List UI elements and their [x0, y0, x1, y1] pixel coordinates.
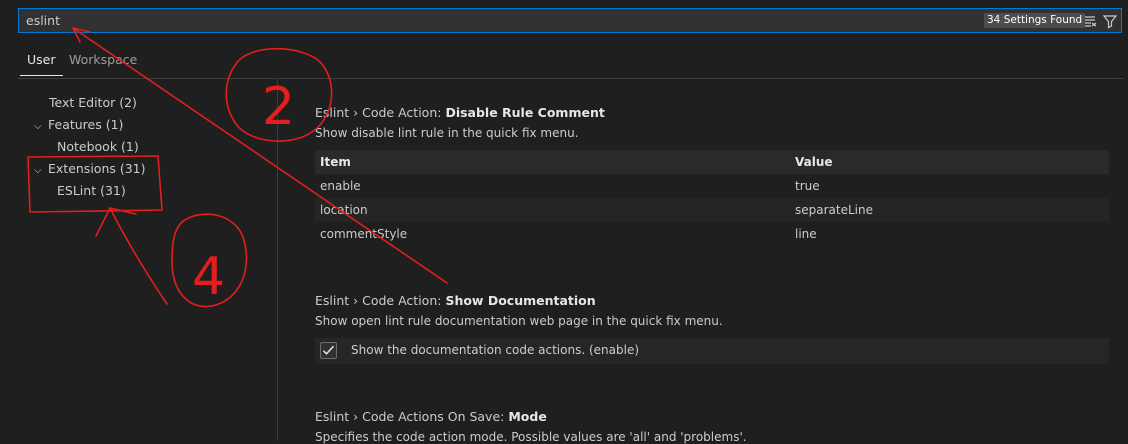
- setting-name: Disable Rule Comment: [445, 105, 605, 120]
- annotation-label-2: 2: [262, 77, 295, 137]
- table-header-row: Item Value: [315, 150, 1109, 174]
- setting-description: Specifies the code action mode. Possible…: [315, 430, 747, 444]
- toc-item-extensions[interactable]: ⌵ Extensions (31): [34, 161, 146, 176]
- checkbox-label: Show the documentation code actions. (en…: [351, 343, 640, 357]
- setting-title: Eslint › Code Action: Show Documentation: [315, 293, 1109, 308]
- settings-scope-tabs: User Workspace: [18, 44, 1124, 79]
- chevron-down-icon: ⌵: [34, 121, 42, 132]
- toc-item-label: ESLint (31): [57, 183, 126, 198]
- show-documentation-checkbox[interactable]: [320, 342, 337, 359]
- toc-item-label: Features (1): [48, 117, 124, 132]
- table-cell-value: true: [795, 179, 820, 193]
- table-row[interactable]: commentStyle line: [315, 222, 1109, 246]
- annotation-arrow-to-eslint: [109, 207, 168, 305]
- table-cell-value: line: [795, 227, 817, 241]
- checkmark-icon: [322, 345, 335, 355]
- filter-icon[interactable]: [1102, 13, 1118, 29]
- table-header-item: Item: [315, 150, 790, 174]
- setting-category: Eslint › Code Actions On Save:: [315, 409, 509, 424]
- setting-category: Eslint › Code Action:: [315, 105, 446, 120]
- setting-title: Eslint › Code Action: Disable Rule Comme…: [315, 105, 1109, 120]
- settings-found-badge: 34 Settings Found: [984, 13, 1086, 28]
- settings-search-input[interactable]: [19, 9, 959, 32]
- table-cell-key: enable: [320, 179, 361, 193]
- setting-title: Eslint › Code Actions On Save: Mode: [315, 409, 1109, 424]
- toc-item-label: Notebook (1): [57, 139, 139, 154]
- toc-item-eslint[interactable]: ESLint (31): [57, 183, 126, 198]
- chevron-down-icon: ⌵: [34, 165, 42, 176]
- setting-category: Eslint › Code Action:: [315, 293, 446, 308]
- toc-divider: [277, 78, 278, 441]
- table-row[interactable]: enable true: [315, 174, 1109, 198]
- setting-disable-rule-comment: Eslint › Code Action: Disable Rule Comme…: [315, 105, 1109, 246]
- setting-name: Mode: [508, 409, 547, 424]
- settings-search-box[interactable]: 34 Settings Found: [18, 8, 1122, 33]
- tab-workspace[interactable]: Workspace: [69, 52, 137, 67]
- setting-on-save-mode: Eslint › Code Actions On Save: Mode Spec…: [315, 409, 1109, 444]
- table-row[interactable]: location separateLine: [315, 198, 1109, 222]
- toc-item-text-editor[interactable]: Text Editor (2): [49, 95, 137, 110]
- setting-show-documentation: Eslint › Code Action: Show Documentation…: [315, 293, 1109, 364]
- annotation-arrowhead: [95, 207, 137, 237]
- table-cell-value: separateLine: [790, 198, 1109, 222]
- annotation-circle-4: [171, 213, 248, 308]
- setting-object-table: Item Value enable true location separate…: [315, 150, 1109, 246]
- setting-name: Show Documentation: [445, 293, 596, 308]
- toc-item-label: Extensions (31): [48, 161, 146, 176]
- toc-item-features[interactable]: ⌵ Features (1): [34, 117, 123, 132]
- table-header-value: Value: [790, 150, 1109, 174]
- toc-item-notebook[interactable]: Notebook (1): [57, 139, 139, 154]
- table-cell-key: location: [315, 198, 790, 222]
- setting-checkbox-row: Show the documentation code actions. (en…: [315, 338, 1109, 364]
- annotation-label-4: 4: [192, 247, 225, 307]
- setting-description: Show open lint rule documentation web pa…: [315, 314, 723, 328]
- toc-item-label: Text Editor (2): [49, 95, 137, 110]
- table-cell-key: commentStyle: [320, 227, 408, 241]
- tab-user[interactable]: User: [20, 52, 62, 76]
- clear-filter-icon[interactable]: [1083, 13, 1099, 29]
- setting-description: Show disable lint rule in the quick fix …: [315, 126, 579, 140]
